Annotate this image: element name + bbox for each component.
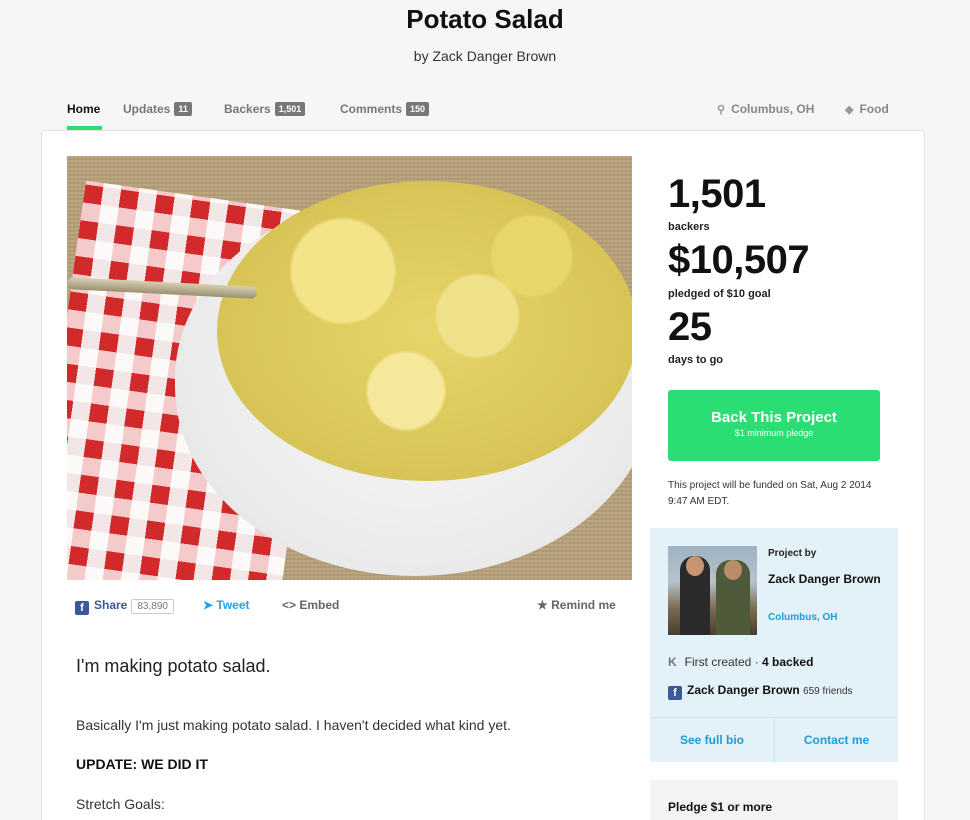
description-update: UPDATE: WE DID IT	[76, 756, 208, 772]
remind-me-button[interactable]: ★ Remind me	[537, 598, 616, 612]
share-count: 83,890	[131, 599, 174, 614]
tab-updates-label: Updates	[123, 102, 171, 116]
updates-count-badge: 11	[174, 102, 192, 116]
pledged-amount: $10,507	[668, 238, 810, 282]
location-link[interactable]: ⚲ Columbus, OH	[717, 102, 814, 116]
tweet-label: Tweet	[216, 598, 250, 612]
backers-count-badge: 1,501	[274, 102, 306, 116]
creator-box: Project by Zack Danger Brown Columbus, O…	[650, 528, 898, 763]
description-paragraph: Basically I'm just making potato salad. …	[76, 717, 511, 733]
kickstarter-icon: K	[668, 655, 677, 669]
creator-actions: See full bio Contact me	[650, 717, 898, 763]
facebook-icon: f	[75, 601, 89, 615]
category-label: Food	[859, 102, 889, 116]
twitter-icon: ➤	[203, 598, 214, 612]
tweet-button[interactable]: ➤ Tweet	[203, 598, 250, 612]
back-project-button[interactable]: Back This Project $1 minimum pledge	[668, 390, 880, 461]
description-stretch-goals: Stretch Goals:	[76, 796, 165, 812]
embed-label: Embed	[299, 598, 340, 612]
project-byline[interactable]: by Zack Danger Brown	[0, 48, 970, 64]
see-full-bio-button[interactable]: See full bio	[650, 718, 774, 763]
backers-label: backers	[668, 221, 710, 233]
potato-salad	[217, 181, 632, 481]
creator-facebook: f Zack Danger Brown 659 friends	[668, 683, 853, 700]
share-label: Share	[94, 598, 128, 612]
tab-updates[interactable]: Updates 11	[123, 102, 192, 130]
facebook-name[interactable]: Zack Danger Brown	[687, 683, 800, 697]
project-title: Potato Salad	[406, 4, 564, 34]
tab-comments[interactable]: Comments 150	[340, 102, 430, 130]
backers-count: 1,501	[668, 172, 766, 216]
remind-label: Remind me	[551, 598, 616, 612]
creator-avatar[interactable]	[668, 546, 757, 635]
project-by-label: Project by	[768, 548, 817, 559]
location-label: Columbus, OH	[731, 102, 815, 116]
reward-title: Pledge $1 or more	[668, 800, 773, 814]
embed-button[interactable]: <> Embed	[282, 598, 339, 612]
project-header: Potato Salad by Zack Danger Brown Home U…	[0, 0, 970, 130]
person-left	[680, 556, 710, 635]
code-icon: <>	[282, 598, 297, 612]
days-count: 25	[668, 305, 712, 349]
creator-history: K First created · 4 backed	[668, 655, 814, 669]
facebook-friends: 659 friends	[803, 686, 853, 697]
tag-icon: ◆	[845, 104, 854, 116]
pledged-label: pledged of $10 goal	[668, 288, 771, 300]
first-created-label: First created	[684, 655, 752, 669]
category-link[interactable]: ◆ Food	[845, 102, 889, 116]
project-image[interactable]	[67, 156, 632, 580]
description-lead: I'm making potato salad.	[76, 656, 271, 676]
map-pin-icon: ⚲	[717, 104, 726, 116]
tab-comments-label: Comments	[340, 102, 403, 116]
share-bar: f Share 83,890 ➤ Tweet <> Embed ★ Remind m…	[75, 598, 625, 618]
reward-tier[interactable]: Pledge $1 or more	[650, 780, 898, 820]
creator-location[interactable]: Columbus, OH	[768, 612, 837, 623]
facebook-icon: f	[668, 686, 682, 700]
backed-count[interactable]: 4 backed	[762, 655, 813, 669]
back-project-label: Back This Project	[711, 409, 837, 426]
tab-backers[interactable]: Backers 1,501	[224, 102, 306, 130]
funding-note: This project will be funded on Sat, Aug …	[668, 480, 872, 507]
days-label: days to go	[668, 354, 724, 366]
minimum-pledge-label: $1 minimum pledge	[734, 428, 814, 438]
creator-name[interactable]: Zack Danger Brown	[768, 571, 888, 587]
tab-home[interactable]: Home	[67, 102, 102, 130]
tab-home-label: Home	[67, 102, 101, 116]
facebook-share-button[interactable]: f Share 83,890	[75, 598, 174, 615]
contact-me-button[interactable]: Contact me	[774, 718, 898, 763]
star-icon: ★	[537, 598, 548, 612]
comments-count-badge: 150	[406, 102, 430, 116]
tab-backers-label: Backers	[224, 102, 271, 116]
person-right	[716, 560, 750, 635]
